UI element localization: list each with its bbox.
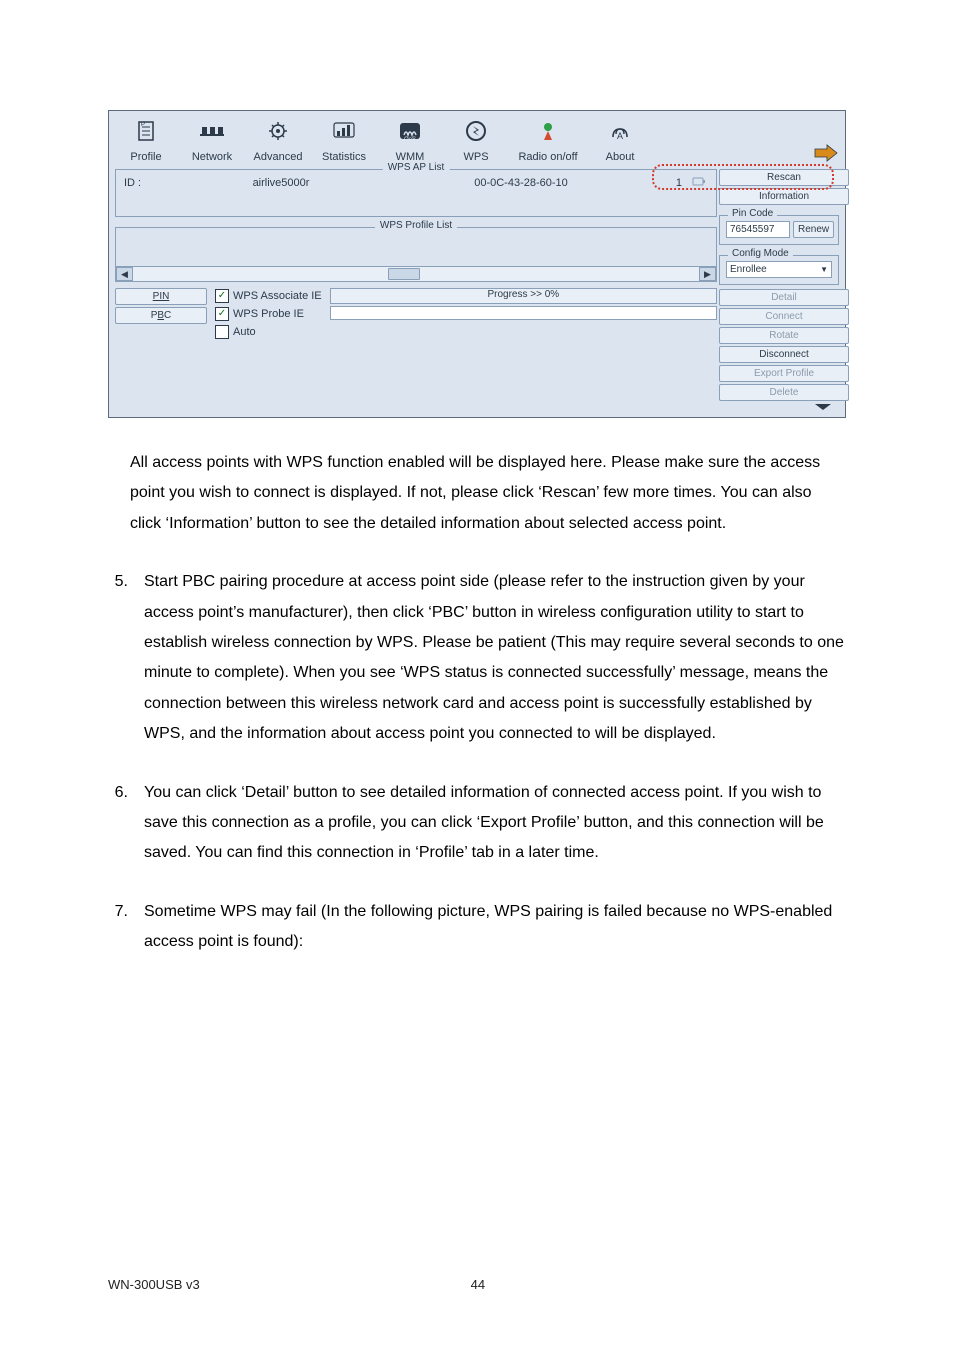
auto-label: Auto	[233, 326, 256, 338]
progress-label: Progress >> 0%	[331, 289, 716, 300]
signal-icon	[688, 176, 710, 190]
progress-bar: Progress >> 0%	[330, 288, 717, 304]
page-footer: WN-300USB v3 44	[0, 1017, 954, 1312]
config-mode-box: Config Mode Enrollee ▼	[719, 255, 839, 285]
radio-icon	[536, 119, 560, 143]
profile-icon: P	[134, 119, 158, 143]
connect-button[interactable]: Connect	[719, 308, 849, 325]
scroll-thumb[interactable]	[388, 268, 420, 280]
ap-mac: 00-0C-43-28-60-10	[404, 177, 638, 189]
about-tab[interactable]: A About	[587, 111, 653, 163]
wmm-tab[interactable]: QoS WMM	[377, 111, 443, 163]
svg-text:A: A	[617, 131, 623, 141]
renew-button[interactable]: Renew	[793, 221, 834, 238]
item-text: Start PBC pairing procedure at access po…	[144, 567, 846, 749]
wps-ap-list-box: WPS AP List ID : airlive5000r 00-0C-43-2…	[115, 169, 717, 217]
ap-list-row[interactable]: ID : airlive5000r 00-0C-43-28-60-10 1	[122, 176, 710, 190]
gear-icon	[265, 119, 291, 143]
wps-ap-list-title: WPS AP List	[383, 162, 450, 173]
paragraph-intro: All access points with WPS function enab…	[130, 448, 846, 539]
network-icon	[197, 119, 227, 143]
bottom-controls: PIN PBC WPS Associate IE WPS Probe IE Au…	[115, 288, 717, 340]
profile-tab[interactable]: P Profile	[113, 111, 179, 163]
wps-profile-list-box: WPS Profile List ◀ ▶	[115, 227, 717, 282]
config-mode-title: Config Mode	[728, 248, 793, 259]
wps-probe-checkbox[interactable]	[215, 307, 229, 321]
advanced-tab[interactable]: Advanced	[245, 111, 311, 163]
chevron-down-icon	[813, 402, 833, 412]
main-toolbar: P Profile Network Advanced Statistics Qo…	[109, 111, 845, 165]
wps-profile-list-title: WPS Profile List	[375, 220, 457, 231]
statistics-tab[interactable]: Statistics	[311, 111, 377, 163]
list-item: 5. Start PBC pairing procedure at access…	[108, 567, 846, 749]
network-tab[interactable]: Network	[179, 111, 245, 163]
delete-button[interactable]: Delete	[719, 384, 849, 401]
export-profile-button[interactable]: Export Profile	[719, 365, 849, 382]
svg-text:P: P	[141, 122, 145, 128]
pin-code-input[interactable]	[726, 221, 790, 238]
pbc-button[interactable]: PBC	[115, 307, 207, 324]
wps-associate-checkbox[interactable]	[215, 289, 229, 303]
wps-associate-label: WPS Associate IE	[233, 290, 322, 302]
expand-arrow[interactable]	[719, 401, 839, 413]
config-mode-select[interactable]: Enrollee ▼	[726, 261, 832, 278]
wps-icon	[463, 119, 489, 143]
disconnect-button[interactable]: Disconnect	[719, 346, 849, 363]
ap-ssid: airlive5000r	[164, 177, 398, 189]
pin-code-title: Pin Code	[728, 208, 777, 219]
rotate-button[interactable]: Rotate	[719, 327, 849, 344]
ap-channel: 1	[644, 177, 682, 189]
footer-page: 44	[471, 1277, 485, 1292]
scroll-right-button[interactable]: ▶	[699, 267, 716, 281]
config-mode-value: Enrollee	[730, 264, 767, 275]
auto-checkbox[interactable]	[215, 325, 229, 339]
list-item: 7. Sometime WPS may fail (In the followi…	[108, 897, 846, 958]
rescan-button[interactable]: Rescan	[719, 169, 849, 186]
profile-list-area[interactable]: ◀ ▶	[116, 232, 716, 281]
footer-model: WN-300USB v3	[108, 1277, 200, 1292]
status-field	[330, 306, 717, 320]
pin-code-box: Pin Code Renew	[719, 215, 839, 245]
next-arrow-icon[interactable]	[813, 143, 839, 163]
wps-probe-label: WPS Probe IE	[233, 308, 304, 320]
pin-button[interactable]: PIN	[115, 288, 207, 305]
app-window: P Profile Network Advanced Statistics Qo…	[108, 110, 846, 418]
wmm-icon: QoS	[396, 119, 424, 143]
item-number: 6.	[108, 778, 128, 869]
chevron-down-icon: ▼	[820, 265, 828, 274]
item-number: 5.	[108, 567, 128, 749]
wps-tab[interactable]: WPS	[443, 111, 509, 163]
id-label: ID :	[124, 177, 158, 189]
item-number: 7.	[108, 897, 128, 958]
h-scrollbar[interactable]: ◀ ▶	[116, 266, 716, 281]
item-text: You can click ‘Detail’ button to see det…	[144, 778, 846, 869]
item-text: Sometime WPS may fail (In the following …	[144, 897, 846, 958]
information-button[interactable]: Information	[719, 188, 849, 205]
radio-tab[interactable]: Radio on/off	[509, 111, 587, 163]
statistics-icon	[331, 119, 357, 143]
scroll-left-button[interactable]: ◀	[116, 267, 133, 281]
list-item: 6. You can click ‘Detail’ button to see …	[108, 778, 846, 869]
detail-button[interactable]: Detail	[719, 289, 849, 306]
svg-text:QoS: QoS	[404, 137, 416, 143]
about-icon: A	[607, 119, 633, 143]
scroll-track[interactable]	[133, 267, 699, 281]
